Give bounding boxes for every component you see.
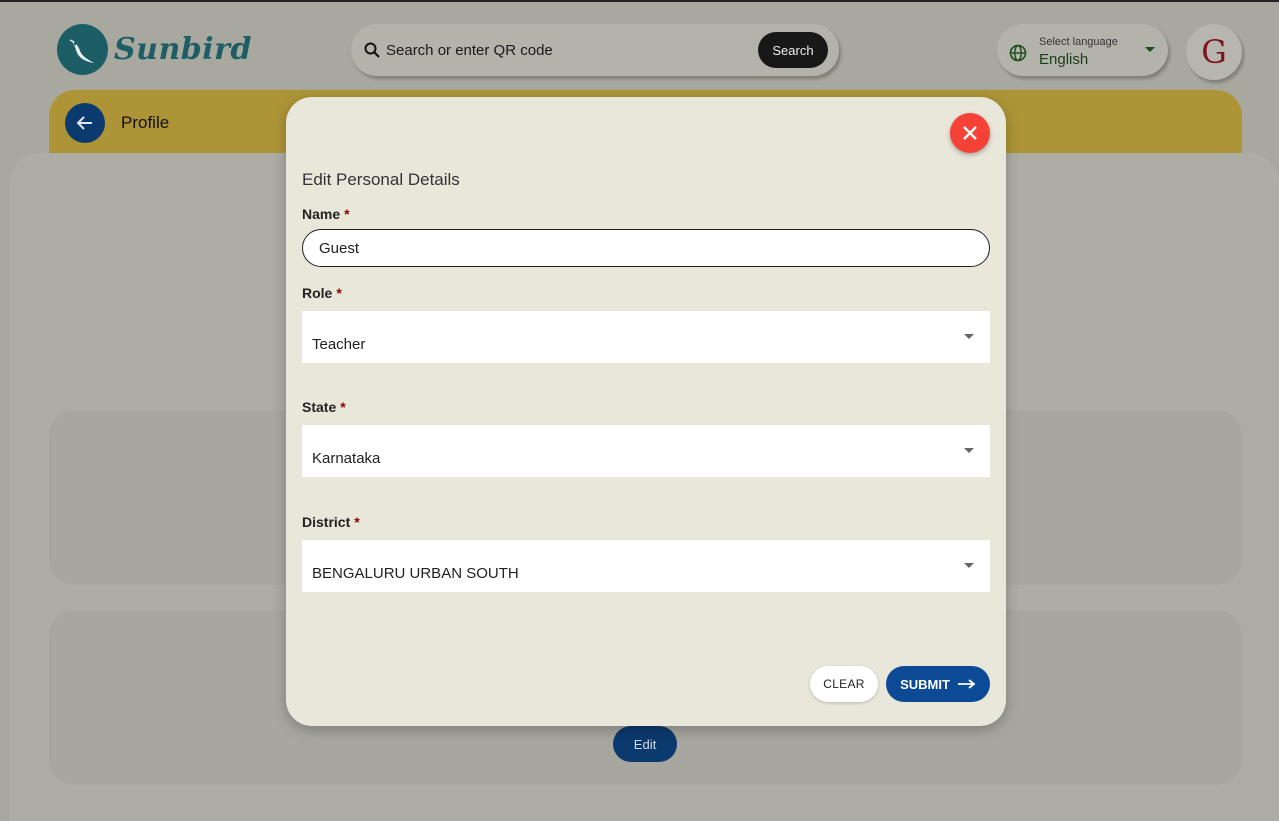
chevron-down-icon: [964, 334, 974, 339]
language-value: English: [1039, 51, 1089, 68]
required-mark: *: [340, 399, 346, 415]
state-label-text: State: [302, 399, 337, 415]
role-value: Teacher: [312, 336, 366, 353]
header: Sunbird Search or enter QR code Search S…: [0, 2, 1279, 92]
sunbird-logo-icon: [57, 24, 108, 75]
globe-icon: [1009, 44, 1027, 62]
edit-details-modal: Edit Personal Details Name* Role* Teache…: [286, 97, 1006, 726]
search-bar[interactable]: Search or enter QR code Search: [351, 24, 839, 76]
search-input[interactable]: Search or enter QR code: [386, 42, 553, 59]
clear-button[interactable]: CLEAR: [810, 666, 878, 702]
close-icon: [963, 126, 977, 140]
district-label: District *: [302, 514, 360, 530]
language-select[interactable]: Select language English: [997, 24, 1168, 76]
logo-text: Sunbird: [114, 32, 252, 67]
role-label: Role *: [302, 285, 342, 301]
required-mark: *: [344, 206, 350, 222]
logo[interactable]: Sunbird: [57, 24, 252, 75]
chevron-down-icon: [964, 563, 974, 568]
search-icon: [364, 42, 380, 58]
district-select[interactable]: BENGALURU URBAN SOUTH: [302, 540, 990, 592]
state-label: State *: [302, 399, 346, 415]
arrow-right-icon: [957, 679, 976, 689]
role-select[interactable]: Teacher: [302, 311, 990, 363]
chevron-down-icon: [964, 448, 974, 453]
language-label: Select language: [1039, 36, 1118, 48]
required-mark: *: [354, 514, 360, 530]
name-label-text: Name: [302, 206, 341, 222]
page-title: Profile: [121, 113, 170, 132]
role-label-text: Role: [302, 285, 333, 301]
required-mark: *: [336, 285, 342, 301]
back-button[interactable]: [65, 103, 105, 143]
close-button[interactable]: [950, 113, 990, 153]
submit-button[interactable]: SUBMIT: [886, 666, 990, 702]
name-input[interactable]: [302, 229, 990, 267]
modal-title: Edit Personal Details: [302, 170, 460, 189]
district-value: BENGALURU URBAN SOUTH: [312, 565, 519, 582]
district-label-text: District: [302, 514, 351, 530]
name-label: Name *: [302, 206, 350, 222]
submit-label: SUBMIT: [900, 676, 950, 692]
back-arrow-icon: [76, 116, 92, 130]
state-value: Karnataka: [312, 450, 381, 467]
edit-button[interactable]: Edit: [613, 726, 677, 762]
chevron-down-icon: [1145, 47, 1155, 52]
avatar[interactable]: G: [1186, 24, 1242, 80]
search-button[interactable]: Search: [758, 32, 828, 68]
state-select[interactable]: Karnataka: [302, 425, 990, 477]
